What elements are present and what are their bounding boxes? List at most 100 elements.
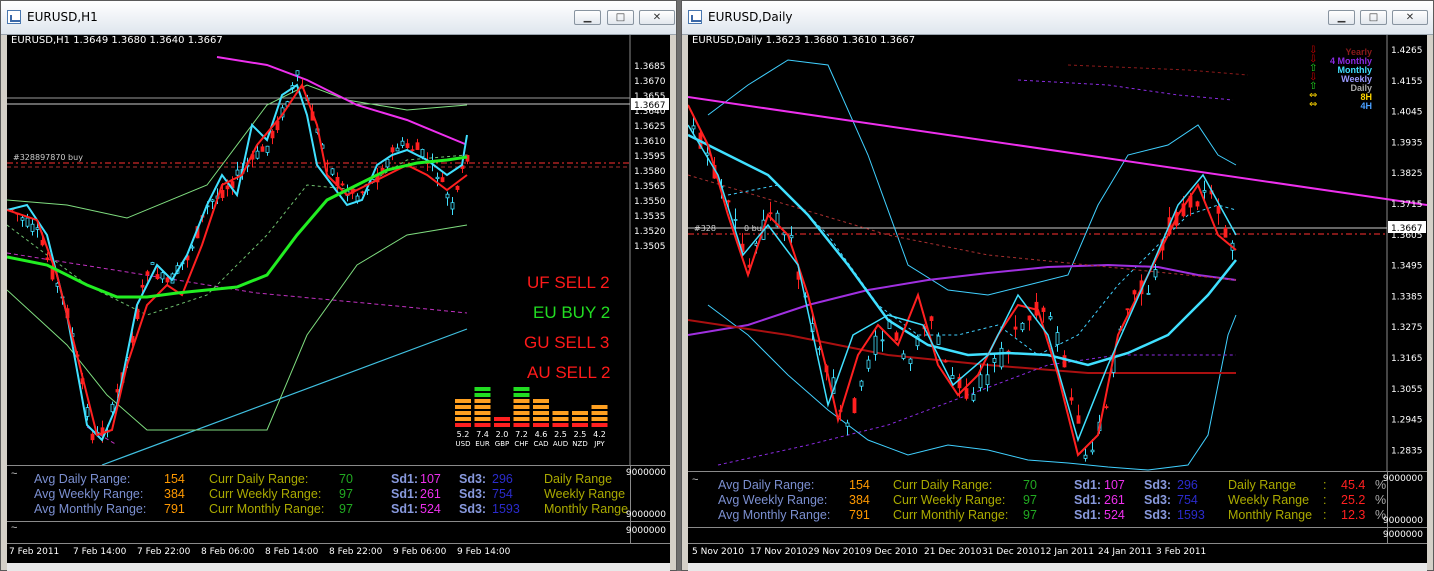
- candle-body: [45, 257, 50, 261]
- avg-weekly-value: 384: [164, 487, 185, 501]
- price-tick: 1.3935: [1391, 138, 1423, 148]
- candle-body: [1083, 454, 1088, 459]
- candle-body: [936, 335, 941, 345]
- title-bar[interactable]: EURUSD,H1 ▁ □ ✕: [1, 1, 676, 35]
- horizontal-scrollbar[interactable]: [7, 563, 670, 571]
- red-zigzag: [688, 104, 1237, 457]
- current-price-label: 1.3667: [634, 101, 666, 111]
- strength-bar: [552, 423, 569, 427]
- candle-body: [445, 193, 450, 199]
- dark-red-ma: [688, 319, 1236, 374]
- time-axis: 5 Nov 2010 17 Nov 2010 29 Nov 2010 9 Dec 20…: [688, 543, 1427, 563]
- signal-gu: GU SELL 3: [524, 333, 610, 352]
- curr-monthly-label: Curr Monthly Range:: [893, 508, 1009, 522]
- minimize-button[interactable]: ▁: [1328, 10, 1355, 25]
- candle-body: [733, 219, 738, 221]
- window-title: EURUSD,H1: [27, 10, 98, 24]
- colon: :: [1323, 508, 1327, 522]
- sd1-monthly: 524: [420, 502, 441, 516]
- avg-weekly-label: Avg Weekly Range:: [34, 487, 144, 501]
- price-tick: 1.3715: [1391, 200, 1423, 210]
- monthly-range-label: Monthly Range: [544, 502, 629, 516]
- horizontal-scrollbar[interactable]: [688, 563, 1427, 571]
- time-tick: 5 Nov 2010: [692, 547, 744, 557]
- candle-body: [908, 358, 913, 365]
- sd1-label: Sd1:: [1074, 478, 1102, 492]
- strength-currency: EUR: [475, 440, 490, 448]
- lower-band: [707, 304, 1237, 471]
- minimize-button[interactable]: ▁: [574, 10, 601, 25]
- strength-bar: [533, 423, 549, 427]
- panel-scale: 9000000 9000000: [1383, 472, 1427, 527]
- candle-body: [145, 271, 150, 276]
- candle-body: [405, 143, 410, 148]
- candle-body: [1223, 227, 1228, 238]
- chart-canvas[interactable]: #328 0 buy 1.4265 1.4155 1.4045 1.3935 1.3825 1…: [688, 35, 1427, 543]
- close-button[interactable]: ✕: [1392, 10, 1428, 25]
- maximize-button[interactable]: □: [607, 10, 634, 25]
- candle-body: [866, 359, 871, 369]
- price-tick: 1.3625: [634, 122, 666, 132]
- strength-bar: [533, 417, 549, 421]
- price-tick: 1.3385: [1391, 292, 1423, 302]
- strength-bar: [513, 399, 530, 403]
- strength-currency: JPY: [593, 440, 605, 448]
- range-panel: ~ Avg Daily Range: 154 Curr Daily Range:…: [688, 471, 1427, 527]
- sd3-label: Sd3:: [1144, 493, 1172, 507]
- strength-bar: [455, 423, 471, 427]
- strength-bar: [474, 405, 491, 409]
- strength-currency: AUD: [553, 440, 568, 448]
- sd3-label: Sd3:: [1144, 508, 1172, 522]
- title-bar[interactable]: EURUSD,Daily ▁ □ ✕: [682, 1, 1433, 35]
- strength-value: 5.2: [457, 430, 470, 439]
- chart-window-h1[interactable]: EURUSD,H1 ▁ □ ✕ #328897870 buy 1.3685 1.36…: [0, 0, 677, 571]
- candle-body: [325, 162, 330, 165]
- time-tick: 31 Dec 2010: [982, 547, 1040, 557]
- time-tick: 8 Feb 14:00: [265, 547, 319, 557]
- candle-body: [115, 389, 120, 393]
- price-chart[interactable]: #328897870 buy1.36851.36701.36551.36401.…: [7, 35, 670, 465]
- price-tick: 1.3165: [1391, 354, 1423, 364]
- candle-body: [943, 360, 948, 363]
- strength-currency: GBP: [495, 440, 509, 448]
- avg-monthly-value: 791: [849, 508, 870, 522]
- candle-body: [20, 217, 25, 221]
- sd3-weekly: 754: [1177, 493, 1198, 507]
- candle-body: [1020, 322, 1025, 331]
- candle-body: [859, 380, 864, 387]
- avg-daily-label: Avg Daily Range:: [718, 478, 815, 492]
- chart-canvas[interactable]: #328897870 buy 1.3685 1.3670 1.3655 1.3640 1.…: [7, 35, 670, 543]
- candle-body: [1216, 206, 1221, 214]
- curr-daily-label: Curr Daily Range:: [209, 472, 309, 486]
- candle-body: [1041, 307, 1046, 312]
- price-tick: 1.3580: [634, 167, 666, 177]
- strength-value: 2.5: [574, 430, 587, 439]
- strength-value: 7.2: [515, 430, 528, 439]
- chart-window-daily[interactable]: EURUSD,Daily ▁ □ ✕ #328 0 buy 1.4265 1.4155…: [681, 0, 1434, 571]
- maximize-button[interactable]: □: [1360, 10, 1387, 25]
- price-tick: 1.4045: [1391, 108, 1423, 118]
- candle-body: [395, 147, 400, 152]
- candle-body: [25, 217, 30, 227]
- tilde-label: ~: [11, 522, 18, 534]
- avg-daily-value: 154: [849, 478, 870, 492]
- strength-currency: USD: [456, 440, 471, 448]
- candle-body: [385, 158, 390, 168]
- panel-scale-label: 9000000: [625, 468, 666, 478]
- candle-body: [894, 332, 899, 341]
- sd1-label: Sd1:: [1074, 493, 1102, 507]
- time-axis: 7 Feb 2011 7 Feb 14:00 7 Feb 22:00 8 Feb 06…: [7, 543, 670, 563]
- sd1-daily: 107: [420, 472, 441, 486]
- time-tick: 12 Jan 2011: [1040, 547, 1094, 557]
- chart-window-icon: [688, 10, 702, 24]
- time-tick: 9 Feb 14:00: [457, 547, 511, 557]
- strength-bar: [474, 411, 491, 415]
- candle-body: [210, 199, 215, 202]
- price-tick: 1.4265: [1391, 46, 1423, 56]
- avg-weekly-label: Avg Weekly Range:: [718, 493, 828, 507]
- sd3-daily: 296: [1177, 478, 1198, 492]
- candle-body: [1048, 316, 1053, 320]
- close-button[interactable]: ✕: [639, 10, 675, 25]
- candle-body: [140, 284, 145, 288]
- candle-body: [852, 398, 857, 414]
